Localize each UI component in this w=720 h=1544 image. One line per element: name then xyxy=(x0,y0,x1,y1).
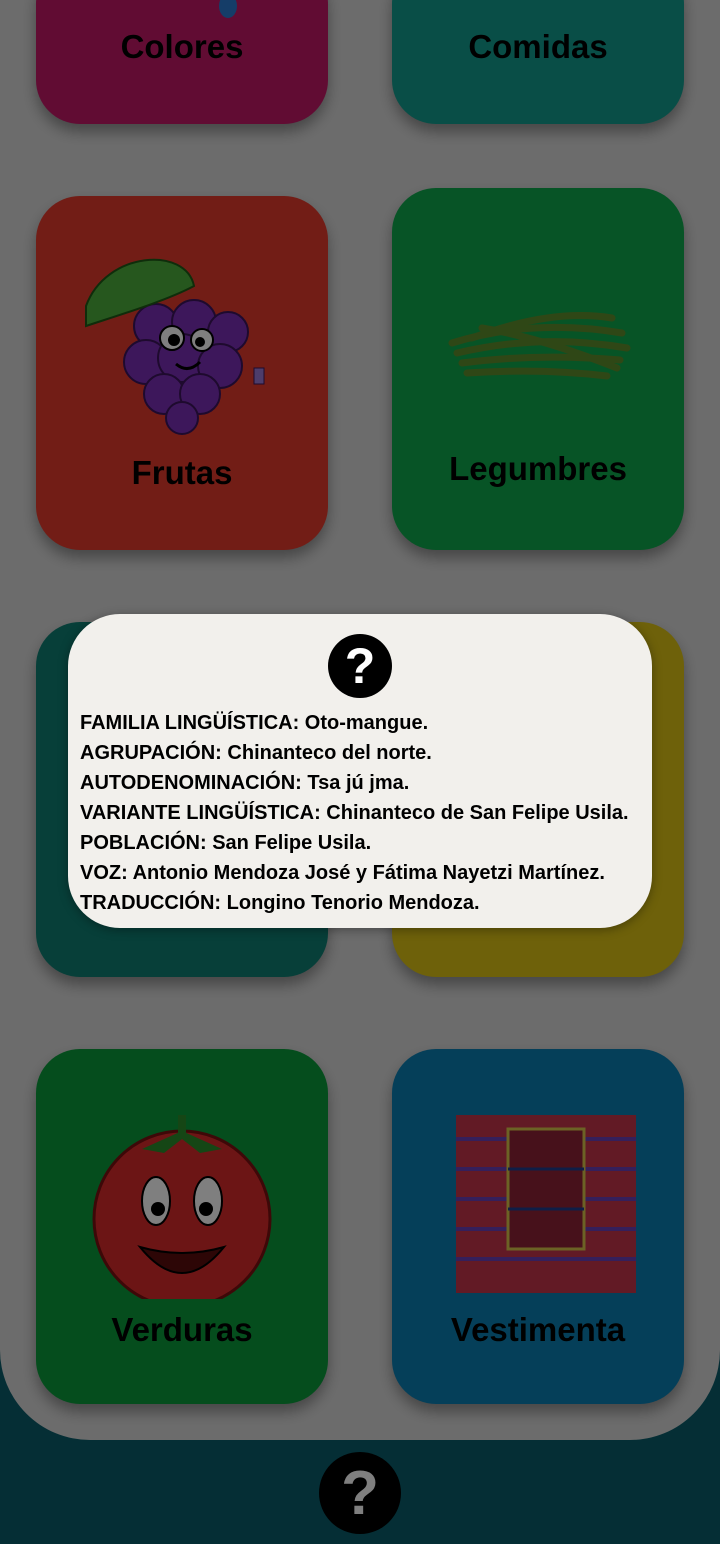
info-line-traduccion: TRADUCCIÓN: Longino Tenorio Mendoza. xyxy=(80,892,480,914)
info-line-agrupacion: AGRUPACIÓN: Chinanteco del norte. xyxy=(80,742,432,764)
question-icon: ? xyxy=(328,634,392,698)
info-line-poblacion: POBLACIÓN: San Felipe Usila. xyxy=(80,832,372,854)
info-line-voz: VOZ: Antonio Mendoza José y Fátima Nayet… xyxy=(80,862,605,884)
info-line-variante: VARIANTE LINGÜÍSTICA: Chinanteco de San … xyxy=(80,802,629,824)
info-line-familia: FAMILIA LINGÜÍSTICA: Oto-mangue. xyxy=(80,712,429,734)
info-text: FAMILIA LINGÜÍSTICA: Oto-mangue. AGRUPAC… xyxy=(80,708,646,918)
info-dialog: ? FAMILIA LINGÜÍSTICA: Oto-mangue. AGRUP… xyxy=(68,614,652,928)
info-line-autodenominacion: AUTODENOMINACIÓN: Tsa jú jma. xyxy=(80,772,410,794)
